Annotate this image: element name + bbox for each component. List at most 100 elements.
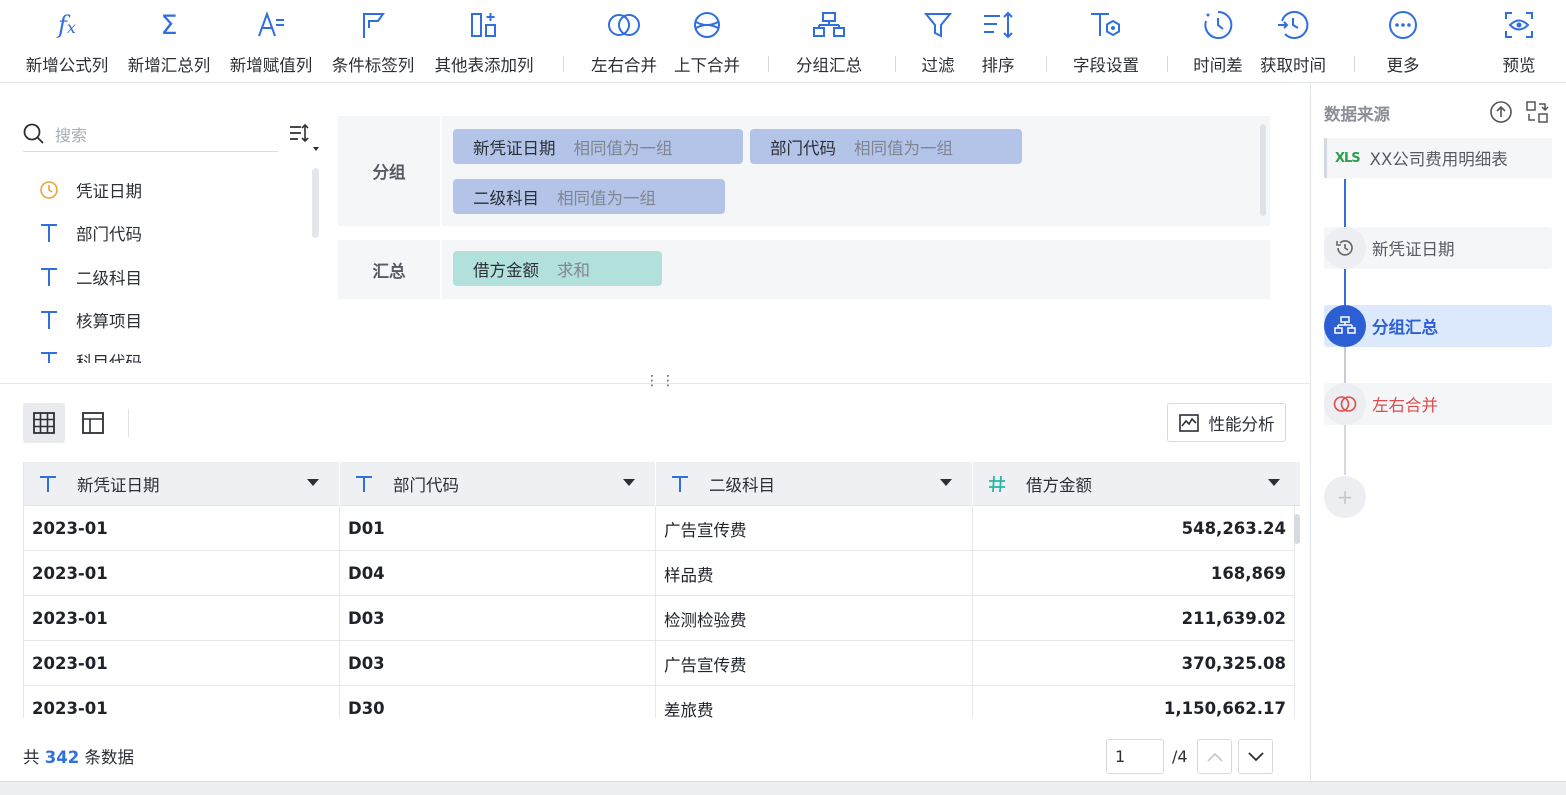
add-formula-column-button[interactable]: fx 新增公式列 [22,0,112,83]
column-header[interactable]: 新凭证日期 [24,462,340,506]
table-cell[interactable]: 广告宣传费 [656,506,973,551]
toolbar-divider [1167,56,1168,72]
field-item[interactable]: 科目代码 [38,349,142,363]
table-cell[interactable]: 2023-01 [24,551,340,596]
caret-down-icon[interactable] [1268,479,1280,486]
add-summary-column-button[interactable]: Σ 新增汇总列 [124,0,214,83]
flow-connector [1344,425,1346,475]
merge-horizontal-icon [608,14,640,36]
column-header[interactable]: 二级科目 [656,462,973,506]
preview-button[interactable]: 预览 [1497,0,1541,83]
text-type-icon [37,475,59,493]
caret-down-icon[interactable] [307,479,319,486]
merge-horizontal-button[interactable]: 左右合并 [588,0,660,83]
flag-icon [363,13,385,38]
data-grid: 新凭证日期 部门代码 二级科目 借方金额 2023-01 D01 广告宣传费 5… [23,462,1301,718]
table-row: 2023-01 D03 广告宣传费 370,325.08 [24,641,1295,686]
group-chip[interactable]: 部门代码 相同值为一组 [750,129,1022,164]
group-chip[interactable]: 新凭证日期 相同值为一组 [453,129,743,164]
grid-scrollbar[interactable] [1294,514,1300,544]
table-cell[interactable]: 2023-01 [24,641,340,686]
field-settings-icon [1091,13,1120,37]
add-column-from-other-table-button[interactable]: 其他表添加列 [430,0,538,83]
sort-button[interactable]: 排序 [976,0,1020,83]
table-cell[interactable]: 211,639.02 [973,596,1295,641]
caret-down-icon[interactable] [623,479,635,486]
table-cell[interactable]: 2023-01 [24,596,340,641]
field-sort-button[interactable] [288,123,324,159]
record-count: 共 342 条数据 [23,748,134,767]
table-cell[interactable]: 广告宣传费 [656,641,973,686]
field-search-input[interactable]: 搜索 [23,117,278,152]
get-time-button[interactable]: 获取时间 [1256,0,1330,83]
field-list-panel: 搜索 凭证日期 部门代码 二级科目 核算项目 科目代码 [0,83,330,383]
page-number-input[interactable]: 1 [1106,739,1164,774]
table-cell[interactable]: 样品费 [656,551,973,596]
caret-down-icon[interactable] [940,479,952,486]
group-chip[interactable]: 二级科目 相同值为一组 [453,179,725,214]
table-cell[interactable]: D03 [340,641,656,686]
grid-header: 新凭证日期 部门代码 二级科目 借方金额 [24,462,1301,506]
text-type-icon [38,351,60,363]
add-assign-column-button[interactable]: 新增赋值列 [226,0,316,83]
field-list-scrollbar[interactable] [312,168,319,238]
group-row-scrollbar[interactable] [1260,124,1266,216]
sigma-icon: Σ [160,9,178,41]
upload-icon[interactable] [1489,100,1513,128]
summary-chip[interactable]: 借方金额 求和 [453,251,662,286]
chevron-up-icon [1206,752,1223,762]
drag-handle-icon[interactable]: ⋮⋮ [645,373,677,389]
text-type-icon [38,223,60,243]
table-cell[interactable]: 差旅费 [656,686,973,718]
merge-vertical-button[interactable]: 上下合并 [670,0,744,83]
table-cell[interactable]: D30 [340,686,656,718]
grid-view-button[interactable] [23,403,65,443]
page-total: /4 [1172,747,1188,766]
source-node[interactable]: XLS XX公司费用明细表 [1324,138,1552,178]
table-cell[interactable]: 168,869 [973,551,1295,596]
summary-row: 汇总 借方金额 求和 [338,240,1270,299]
table-cell[interactable]: 2023-01 [24,506,340,551]
toolbar-divider [1354,56,1355,72]
layout-icon [82,412,104,434]
group-icon [1324,305,1366,347]
table-cell[interactable]: 1,150,662.17 [973,686,1295,718]
group-label: 分组 [338,116,442,226]
table-cell[interactable]: D04 [340,551,656,596]
flow-step[interactable]: 新凭证日期 [1324,227,1552,269]
group-icon [813,12,845,37]
field-item[interactable]: 核算项目 [38,308,142,332]
add-column-icon [471,13,496,37]
table-cell[interactable]: D03 [340,596,656,641]
next-page-button[interactable] [1238,739,1273,774]
table-cell[interactable]: 检测检验费 [656,596,973,641]
flow-step-error[interactable]: 左右合并 [1324,383,1552,425]
field-item[interactable]: 二级科目 [38,265,142,289]
filter-icon [924,13,952,38]
more-button[interactable]: 更多 [1378,0,1428,83]
table-row: 2023-01 D04 样品费 168,869 [24,551,1295,596]
field-item[interactable]: 凭证日期 [38,178,142,202]
field-settings-button[interactable]: 字段设置 [1069,0,1143,83]
clock-icon [38,180,60,200]
column-header[interactable]: 借方金额 [973,462,1301,506]
time-diff-button[interactable]: 时间差 [1190,0,1246,83]
field-item[interactable]: 部门代码 [38,221,142,245]
filter-button[interactable]: 过滤 [916,0,960,83]
performance-analysis-button[interactable]: 性能分析 [1167,403,1286,442]
swap-icon[interactable] [1525,100,1549,128]
column-header[interactable]: 部门代码 [340,462,656,506]
table-cell[interactable]: 370,325.08 [973,641,1295,686]
flow-connector [1344,269,1346,305]
table-cell[interactable]: 2023-01 [24,686,340,718]
table-cell[interactable]: D01 [340,506,656,551]
formula-icon: fx [58,11,76,39]
prev-page-button[interactable] [1197,739,1232,774]
toolbar-divider [768,56,769,72]
add-step-button[interactable]: + [1324,476,1366,518]
table-cell[interactable]: 548,263.24 [973,506,1295,551]
flow-step-active[interactable]: 分组汇总 [1324,305,1552,347]
group-summary-button[interactable]: 分组汇总 [792,0,866,83]
layout-view-button[interactable] [72,403,114,443]
condition-tag-column-button[interactable]: 条件标签列 [328,0,418,83]
